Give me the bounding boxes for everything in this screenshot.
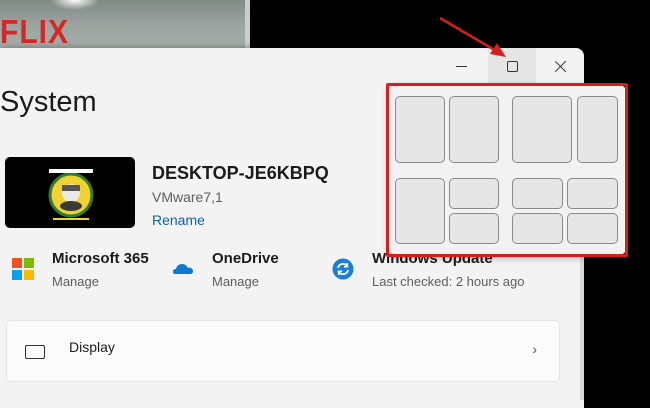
onedrive-icon [173, 264, 193, 274]
snap-zone-quadrant-bottom-left[interactable] [512, 213, 563, 244]
snap-zone-two-columns-left[interactable] [395, 96, 445, 163]
page-title: System [0, 86, 97, 118]
device-thumbnail[interactable] [5, 157, 135, 228]
microsoft-365-icon [12, 258, 34, 280]
quick-link-subtitle: Manage [52, 274, 99, 289]
device-model: VMware7,1 [152, 189, 223, 205]
display-icon [25, 345, 45, 359]
snap-zone-left-column[interactable] [395, 178, 445, 244]
snap-zone-right-top[interactable] [449, 178, 499, 209]
minimize-icon [455, 65, 467, 67]
quick-link-subtitle: Last checked: 2 hours ago [372, 274, 525, 289]
snap-zone-wide-left[interactable] [512, 96, 572, 163]
rename-link[interactable]: Rename [152, 212, 205, 228]
quick-link-title: OneDrive [212, 250, 279, 267]
chevron-right-icon: › [532, 341, 537, 357]
close-icon [554, 60, 567, 73]
snap-zone-two-columns-right[interactable] [449, 96, 499, 163]
snap-zone-quadrant-top-left[interactable] [512, 178, 563, 209]
settings-item-label: Display [69, 339, 115, 355]
close-button[interactable] [536, 48, 584, 84]
quick-link-title: Microsoft 365 [52, 250, 149, 267]
annotation-arrow-icon [439, 16, 506, 57]
snap-zone-narrow-right[interactable] [577, 96, 618, 163]
quick-link-subtitle: Manage [212, 274, 259, 289]
snap-zone-right-bottom[interactable] [449, 213, 499, 244]
windows-update-icon [332, 258, 354, 280]
settings-item-display[interactable]: Display › [6, 320, 560, 382]
wallpaper-logo-text: FLIX [0, 14, 69, 51]
device-name: DESKTOP-JE6KBPQ [152, 163, 329, 183]
snap-zone-quadrant-bottom-right[interactable] [567, 213, 618, 244]
wallpaper-thumbnail-icon [48, 169, 94, 220]
wallpaper-glow [50, 0, 100, 10]
snap-layouts-flyout [389, 85, 627, 255]
snap-zone-quadrant-top-right[interactable] [567, 178, 618, 209]
